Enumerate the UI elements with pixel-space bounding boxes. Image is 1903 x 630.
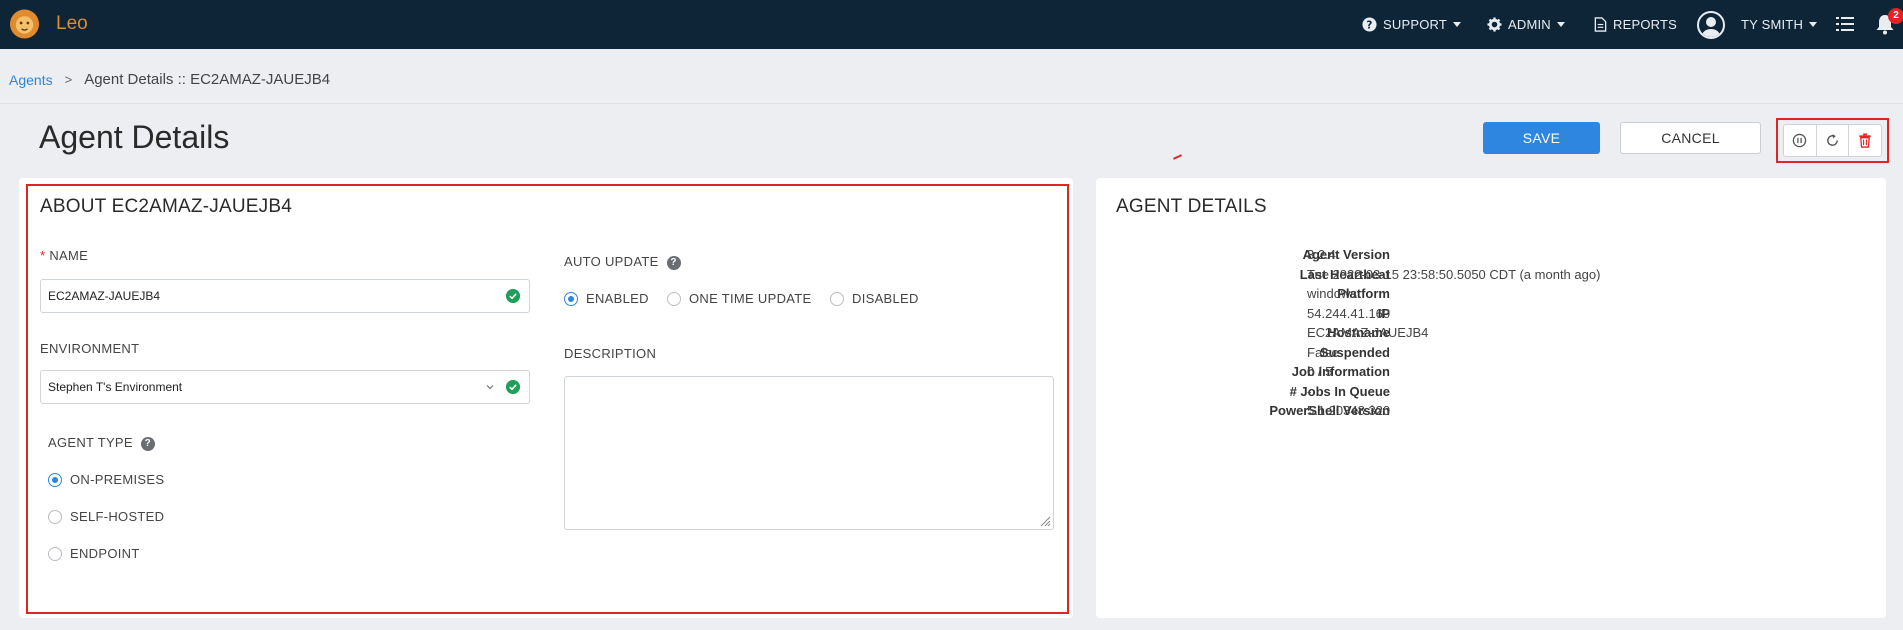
breadcrumb: Agents > Agent Details :: EC2AMAZ-JAUEJB… xyxy=(9,71,330,88)
nav-admin-label: ADMIN xyxy=(1508,17,1551,32)
brand-name[interactable]: Leo xyxy=(56,13,88,35)
name-label-text: NAME xyxy=(49,248,89,263)
nav-admin[interactable]: ADMIN xyxy=(1487,0,1565,49)
detail-row-suspended: Suspended False xyxy=(1096,345,1596,363)
lion-logo-icon[interactable] xyxy=(9,8,40,40)
gear-icon xyxy=(1487,17,1502,32)
pause-icon xyxy=(1793,133,1807,148)
detail-row-powershell-version: PowerShell Version 5.1.20348.320 xyxy=(1096,403,1596,421)
agent-type-label-text: AGENT TYPE xyxy=(48,435,133,450)
description-textarea[interactable] xyxy=(564,376,1054,530)
detail-value: windows xyxy=(1307,286,1357,301)
refresh-button[interactable] xyxy=(1817,125,1850,156)
list-icon[interactable] xyxy=(1836,16,1854,32)
detail-value: 54.244.41.160 xyxy=(1307,305,1391,321)
detail-row-ip: IP 54.244.41.160 xyxy=(1096,306,1596,324)
environment-select-value: Stephen T's Environment xyxy=(48,380,183,394)
name-input[interactable]: EC2AMAZ-JAUEJB4 xyxy=(40,279,530,313)
auto-update-label-text: AUTO UPDATE xyxy=(564,254,659,269)
save-button[interactable]: SAVE xyxy=(1483,122,1600,154)
document-icon xyxy=(1594,17,1607,32)
agent-type-option-label: ENDPOINT xyxy=(70,546,140,561)
chevron-down-icon xyxy=(1453,22,1462,27)
auto-update-one-time[interactable]: ONE TIME UPDATE xyxy=(667,291,811,306)
required-marker: * xyxy=(40,248,46,263)
breadcrumb-current: Agent Details :: EC2AMAZ-JAUEJB4 xyxy=(84,71,331,88)
agent-actions-group xyxy=(1776,118,1889,163)
detail-row-last-heartbeat: Last Heartbeat Tue 2022-03-15 23:58:50.50… xyxy=(1096,267,1601,285)
page-title: Agent Details xyxy=(39,119,230,155)
description-label: DESCRIPTION xyxy=(564,346,657,361)
help-icon[interactable]: ? xyxy=(140,437,155,451)
detail-row-agent-version: Agent Version 3.2.4 xyxy=(1096,247,1596,265)
detail-value: 5.1.20348.320 xyxy=(1307,403,1391,418)
detail-value: 3.2.4 xyxy=(1307,247,1336,262)
radio-selected[interactable] xyxy=(48,472,62,487)
suspend-button[interactable] xyxy=(1784,125,1817,156)
question-circle-icon: ? xyxy=(1362,17,1377,32)
detail-row-platform: Platform windows xyxy=(1096,286,1596,304)
annotation-mark xyxy=(1172,154,1183,160)
auto-update-option-label: ENABLED xyxy=(586,291,649,306)
agent-type-label: AGENT TYPE? xyxy=(48,435,155,451)
name-input-value: EC2AMAZ-JAUEJB4 xyxy=(48,289,161,303)
nav-support-label: SUPPORT xyxy=(1383,17,1448,32)
nav-reports[interactable]: REPORTS xyxy=(1594,0,1677,49)
agent-type-option-label: ON-PREMISES xyxy=(70,472,165,487)
detail-row-hostname: Hostname EC2AMAZ-JAUEJB4 xyxy=(1096,325,1596,343)
radio-unselected[interactable] xyxy=(48,509,62,524)
resize-handle-icon[interactable] xyxy=(1039,515,1051,527)
agent-type-option-label: SELF-HOSTED xyxy=(70,509,165,524)
breadcrumb-separator: > xyxy=(64,72,73,87)
radio-selected[interactable] xyxy=(564,291,578,306)
about-title: ABOUT EC2AMAZ-JAUEJB4 xyxy=(40,196,292,217)
radio-unselected[interactable] xyxy=(48,546,62,561)
top-nav: Leo ? SUPPORT ADMIN REPORTS TY SMITH 2 xyxy=(0,0,1903,49)
radio-unselected[interactable] xyxy=(830,291,844,306)
agent-type-on-premises[interactable]: ON-PREMISES xyxy=(48,472,164,487)
detail-row-job-information: Job Information 0 / 5 xyxy=(1096,364,1596,382)
chevron-down-icon xyxy=(486,385,494,390)
nav-reports-label: REPORTS xyxy=(1613,17,1678,32)
refresh-icon xyxy=(1827,134,1838,146)
check-circle-icon xyxy=(506,380,520,394)
header-divider xyxy=(0,103,1903,104)
detail-row-jobs-in-queue: # Jobs In Queue - xyxy=(1096,384,1596,402)
help-icon[interactable]: ? xyxy=(666,256,681,270)
detail-value: - xyxy=(1307,383,1312,399)
name-label: * NAME xyxy=(40,248,88,263)
detail-key: # Jobs In Queue xyxy=(1289,383,1390,399)
nav-user[interactable]: TY SMITH xyxy=(1741,0,1818,49)
agent-details-title: AGENT DETAILS xyxy=(1116,196,1267,217)
nav-user-label: TY SMITH xyxy=(1741,17,1804,32)
notification-badge[interactable]: 2 xyxy=(1888,8,1903,24)
auto-update-option-label: ONE TIME UPDATE xyxy=(689,291,812,306)
auto-update-enabled[interactable]: ENABLED xyxy=(564,291,649,306)
delete-button[interactable] xyxy=(1849,125,1881,156)
svg-text:?: ? xyxy=(1366,19,1372,31)
check-circle-icon xyxy=(506,289,520,303)
auto-update-option-label: DISABLED xyxy=(852,291,919,306)
chevron-down-icon xyxy=(1809,22,1818,27)
detail-value: False xyxy=(1307,344,1339,360)
auto-update-disabled[interactable]: DISABLED xyxy=(830,291,919,306)
agent-type-endpoint[interactable]: ENDPOINT xyxy=(48,546,140,561)
cancel-button[interactable]: CANCEL xyxy=(1620,122,1761,154)
nav-support[interactable]: ? SUPPORT xyxy=(1362,0,1462,49)
detail-value: Tue 2022-03-15 23:58:50.5050 CDT (a mont… xyxy=(1307,266,1601,282)
detail-value: EC2AMAZ-JAUEJB4 xyxy=(1307,325,1429,340)
auto-update-label: AUTO UPDATE? xyxy=(564,254,681,270)
environment-label: ENVIRONMENT xyxy=(40,341,140,356)
detail-value: 0 / 5 xyxy=(1307,364,1333,379)
user-avatar-icon[interactable] xyxy=(1697,11,1725,39)
breadcrumb-agents-link[interactable]: Agents xyxy=(9,72,53,88)
radio-unselected[interactable] xyxy=(667,291,681,306)
environment-select[interactable]: Stephen T's Environment xyxy=(40,370,530,404)
trash-icon xyxy=(1859,133,1871,148)
agent-type-self-hosted[interactable]: SELF-HOSTED xyxy=(48,509,164,524)
chevron-down-icon xyxy=(1556,22,1565,27)
